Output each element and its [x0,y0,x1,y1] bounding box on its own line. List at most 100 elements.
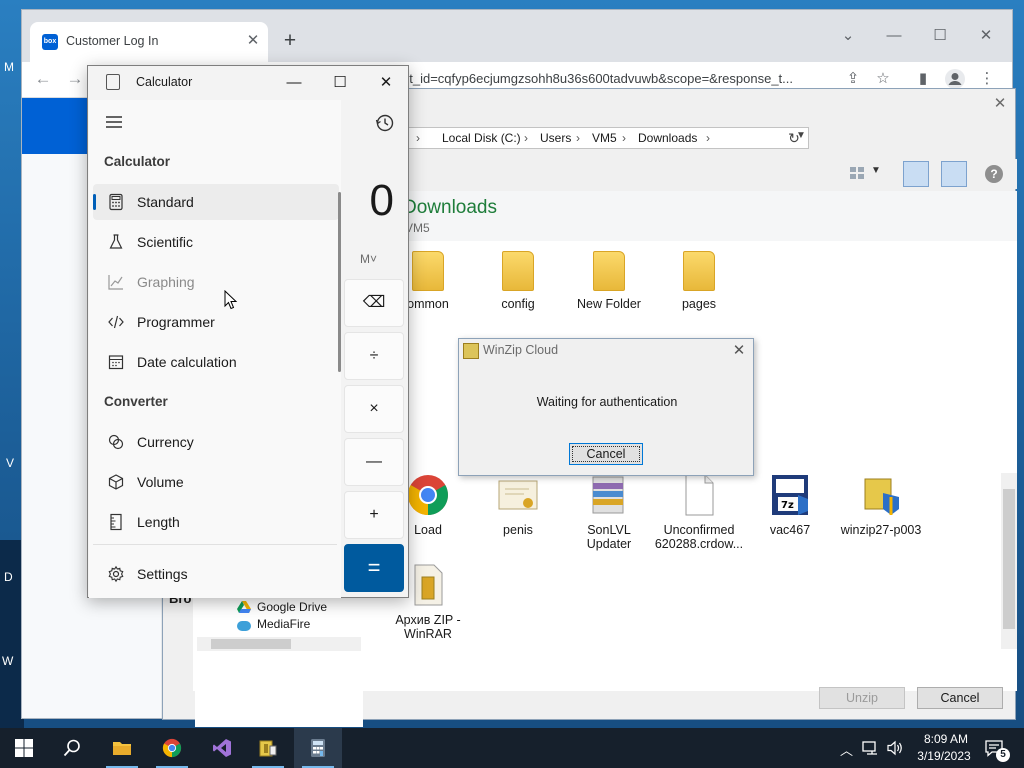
chevron-down-icon[interactable]: ▼ [871,165,881,176]
chevron-down-icon[interactable]: ⌄ [828,24,868,48]
calculator-window: Calculator — ☐ ✕ 0 M˅ ⌫ ÷ × — + = Calcul… [87,65,409,598]
unzip-button[interactable]: Unzip [819,687,905,709]
file-item-label: Unconfirmed 620288.crdow... [654,523,744,551]
graph-icon [107,273,125,291]
view-mode-icon[interactable] [849,165,865,181]
profile-avatar-icon[interactable] [944,68,966,90]
back-arrow-icon[interactable]: ← [32,69,54,91]
plus-button[interactable]: + [344,491,404,539]
file-item-label: pages [681,297,717,311]
equals-button[interactable]: = [344,544,404,592]
more-vert-icon[interactable]: ⋮ [976,68,998,90]
close-icon[interactable]: ✕ [729,341,749,361]
nav-item-volume[interactable]: Volume [93,464,339,500]
nav-item-label: Graphing [137,274,195,290]
nav-pane-item[interactable]: MediaFire [257,617,310,631]
chevron-up-icon[interactable]: ︿ [840,740,853,759]
nav-item-graphing[interactable]: Graphing [93,264,339,300]
file-item[interactable]: Unconfirmed 620288.crdow... [654,473,744,551]
nav-item-currency[interactable]: Currency [93,424,339,460]
share-icon[interactable]: ⇪ [842,68,864,90]
scrollbar-thumb[interactable] [211,639,291,649]
nav-item-length[interactable]: Length [93,504,339,540]
nav-item-date-calculation[interactable]: Date calculation [93,344,339,380]
folder-icon [502,251,534,291]
maximize-button[interactable]: ☐ [920,24,960,48]
nav-item-programmer[interactable]: Programmer [93,304,339,340]
backspace-button[interactable]: ⌫ [344,279,404,327]
search-button[interactable] [48,728,96,768]
nav-item-standard[interactable]: Standard [93,184,339,220]
cancel-button[interactable]: Cancel [917,687,1003,709]
nav-item-scientific[interactable]: Scientific [93,224,339,260]
minus-button[interactable]: — [344,438,404,486]
clock-time[interactable]: 8:09 AM [916,732,976,746]
file-item[interactable]: penis [473,473,563,537]
browser-tab[interactable]: box Customer Log In ✕ [30,22,268,62]
nav-item-label: Currency [137,434,194,450]
standard-calculator-icon [107,193,125,211]
taskbar-chrome[interactable] [148,728,196,768]
help-icon[interactable]: ? [985,165,1003,183]
multiply-button[interactable]: × [344,385,404,433]
network-icon[interactable] [862,740,880,756]
star-icon[interactable]: ☆ [872,68,894,90]
clock-date[interactable]: 3/19/2023 [908,749,980,763]
tab-title: Customer Log In [66,34,159,48]
folder-title: Downloads [403,197,497,218]
volume-icon[interactable] [886,740,904,756]
close-icon[interactable]: ✕ [244,32,262,50]
nav-pane-item[interactable]: Google Drive [257,600,327,614]
scrollbar-thumb[interactable] [338,192,341,372]
bottom-pane-toggle-button[interactable] [941,161,967,187]
address-bar[interactable]: nt_id=cqfyp6ecjumgzsohh8u36s600tadvuwb&s… [402,71,832,86]
close-icon[interactable]: ✕ [989,93,1011,115]
scrollbar[interactable] [1001,473,1017,649]
taskbar-winzip[interactable] [244,728,292,768]
file-item[interactable]: winzip27-p003 [836,473,926,537]
file-item-folder[interactable]: pages [654,251,744,311]
maximize-button[interactable]: ☐ [320,70,360,96]
chevron-right-icon: › [576,131,580,145]
chrome-icon [406,473,450,517]
hamburger-menu-icon[interactable] [103,112,125,132]
notification-count-badge: 5 [996,748,1010,762]
taskbar-file-explorer[interactable] [98,728,146,768]
horizontal-scrollbar[interactable] [197,637,361,651]
breadcrumb-item[interactable]: Local Disk (C:) [442,131,521,145]
history-icon[interactable] [374,112,396,134]
file-item[interactable]: SonLVL Updater [564,473,654,551]
desktop-icon-label: V [6,456,15,470]
close-button[interactable]: ✕ [366,70,406,96]
calculator-app-icon [106,74,120,90]
desktop-icon-label: W [2,654,14,668]
breadcrumb-item[interactable]: Downloads [638,131,697,145]
divide-button[interactable]: ÷ [344,332,404,380]
new-tab-button[interactable]: + [278,30,302,54]
memory-button[interactable]: M˅ [360,252,377,266]
breadcrumb-item[interactable]: Users [540,131,571,145]
file-item-folder[interactable]: config [473,251,563,311]
nav-item-settings[interactable]: Settings [93,556,339,592]
close-button[interactable]: ✕ [966,24,1006,48]
start-button[interactable] [0,728,48,768]
file-item-folder[interactable]: New Folder [564,251,654,311]
scrollbar-thumb[interactable] [1003,489,1015,629]
cancel-button[interactable]: Cancel [569,443,643,465]
refresh-icon[interactable]: ↻ [783,127,805,149]
forward-arrow-icon[interactable]: → [64,69,86,91]
taskbar-visual-studio[interactable] [198,728,246,768]
file-item-label: Архив ZIP - WinRAR [395,613,461,641]
breadcrumb-item[interactable]: VM5 [592,131,617,145]
minimize-button[interactable]: — [274,70,314,96]
left-pane-toggle-button[interactable] [903,161,929,187]
nav-section-heading: Calculator [104,154,171,169]
winrar-icon [587,473,631,517]
file-item-label: winzip27-p003 [840,523,922,537]
minimize-button[interactable]: — [874,24,914,48]
chevron-right-icon: › [706,131,710,145]
taskbar-calculator[interactable] [294,728,342,768]
nav-item-label: Settings [137,566,188,582]
file-item[interactable]: 7z vac467 [745,473,835,537]
side-panel-icon[interactable]: ▮ [912,68,934,90]
